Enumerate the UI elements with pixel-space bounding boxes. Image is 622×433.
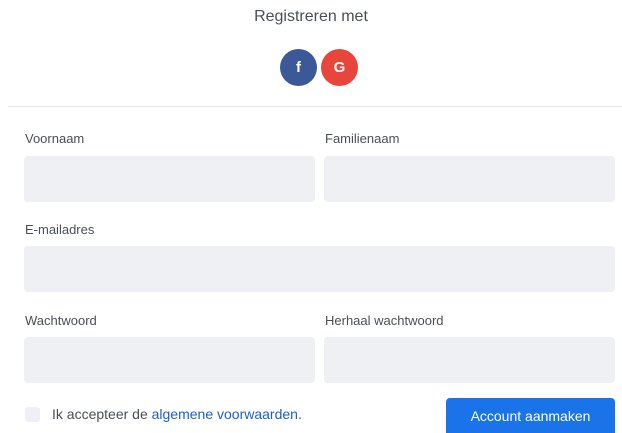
registration-form: Registreren met f G Voornaam Familienaam… (0, 0, 622, 433)
last-name-field[interactable] (324, 156, 615, 202)
first-name-label: Voornaam (25, 131, 85, 146)
password-label: Wachtwoord (25, 313, 97, 328)
last-name-label: Familienaam (325, 131, 400, 146)
password-repeat-field[interactable] (324, 337, 615, 383)
email-label: E-mailadres (25, 222, 95, 237)
email-field[interactable] (24, 246, 615, 292)
terms-checkbox[interactable] (25, 407, 40, 422)
create-account-button[interactable]: Account aanmaken (446, 398, 615, 433)
facebook-icon: f (296, 59, 301, 76)
password-field[interactable] (24, 337, 315, 383)
facebook-login-button[interactable]: f (280, 49, 317, 86)
terms-consent-text: Ik accepteer de algemene voorwaarden. (52, 406, 302, 422)
page-title: Registreren met (254, 8, 368, 25)
first-name-field[interactable] (24, 156, 315, 202)
terms-prefix: Ik accepteer de (52, 406, 152, 422)
terms-link[interactable]: algemene voorwaarden (152, 406, 298, 422)
terms-suffix: . (297, 406, 302, 422)
google-login-button[interactable]: G (321, 49, 358, 86)
google-icon: G (333, 59, 346, 76)
divider (8, 106, 622, 107)
social-login-row: f G (280, 49, 358, 86)
password-repeat-label: Herhaal wachtwoord (325, 313, 444, 328)
